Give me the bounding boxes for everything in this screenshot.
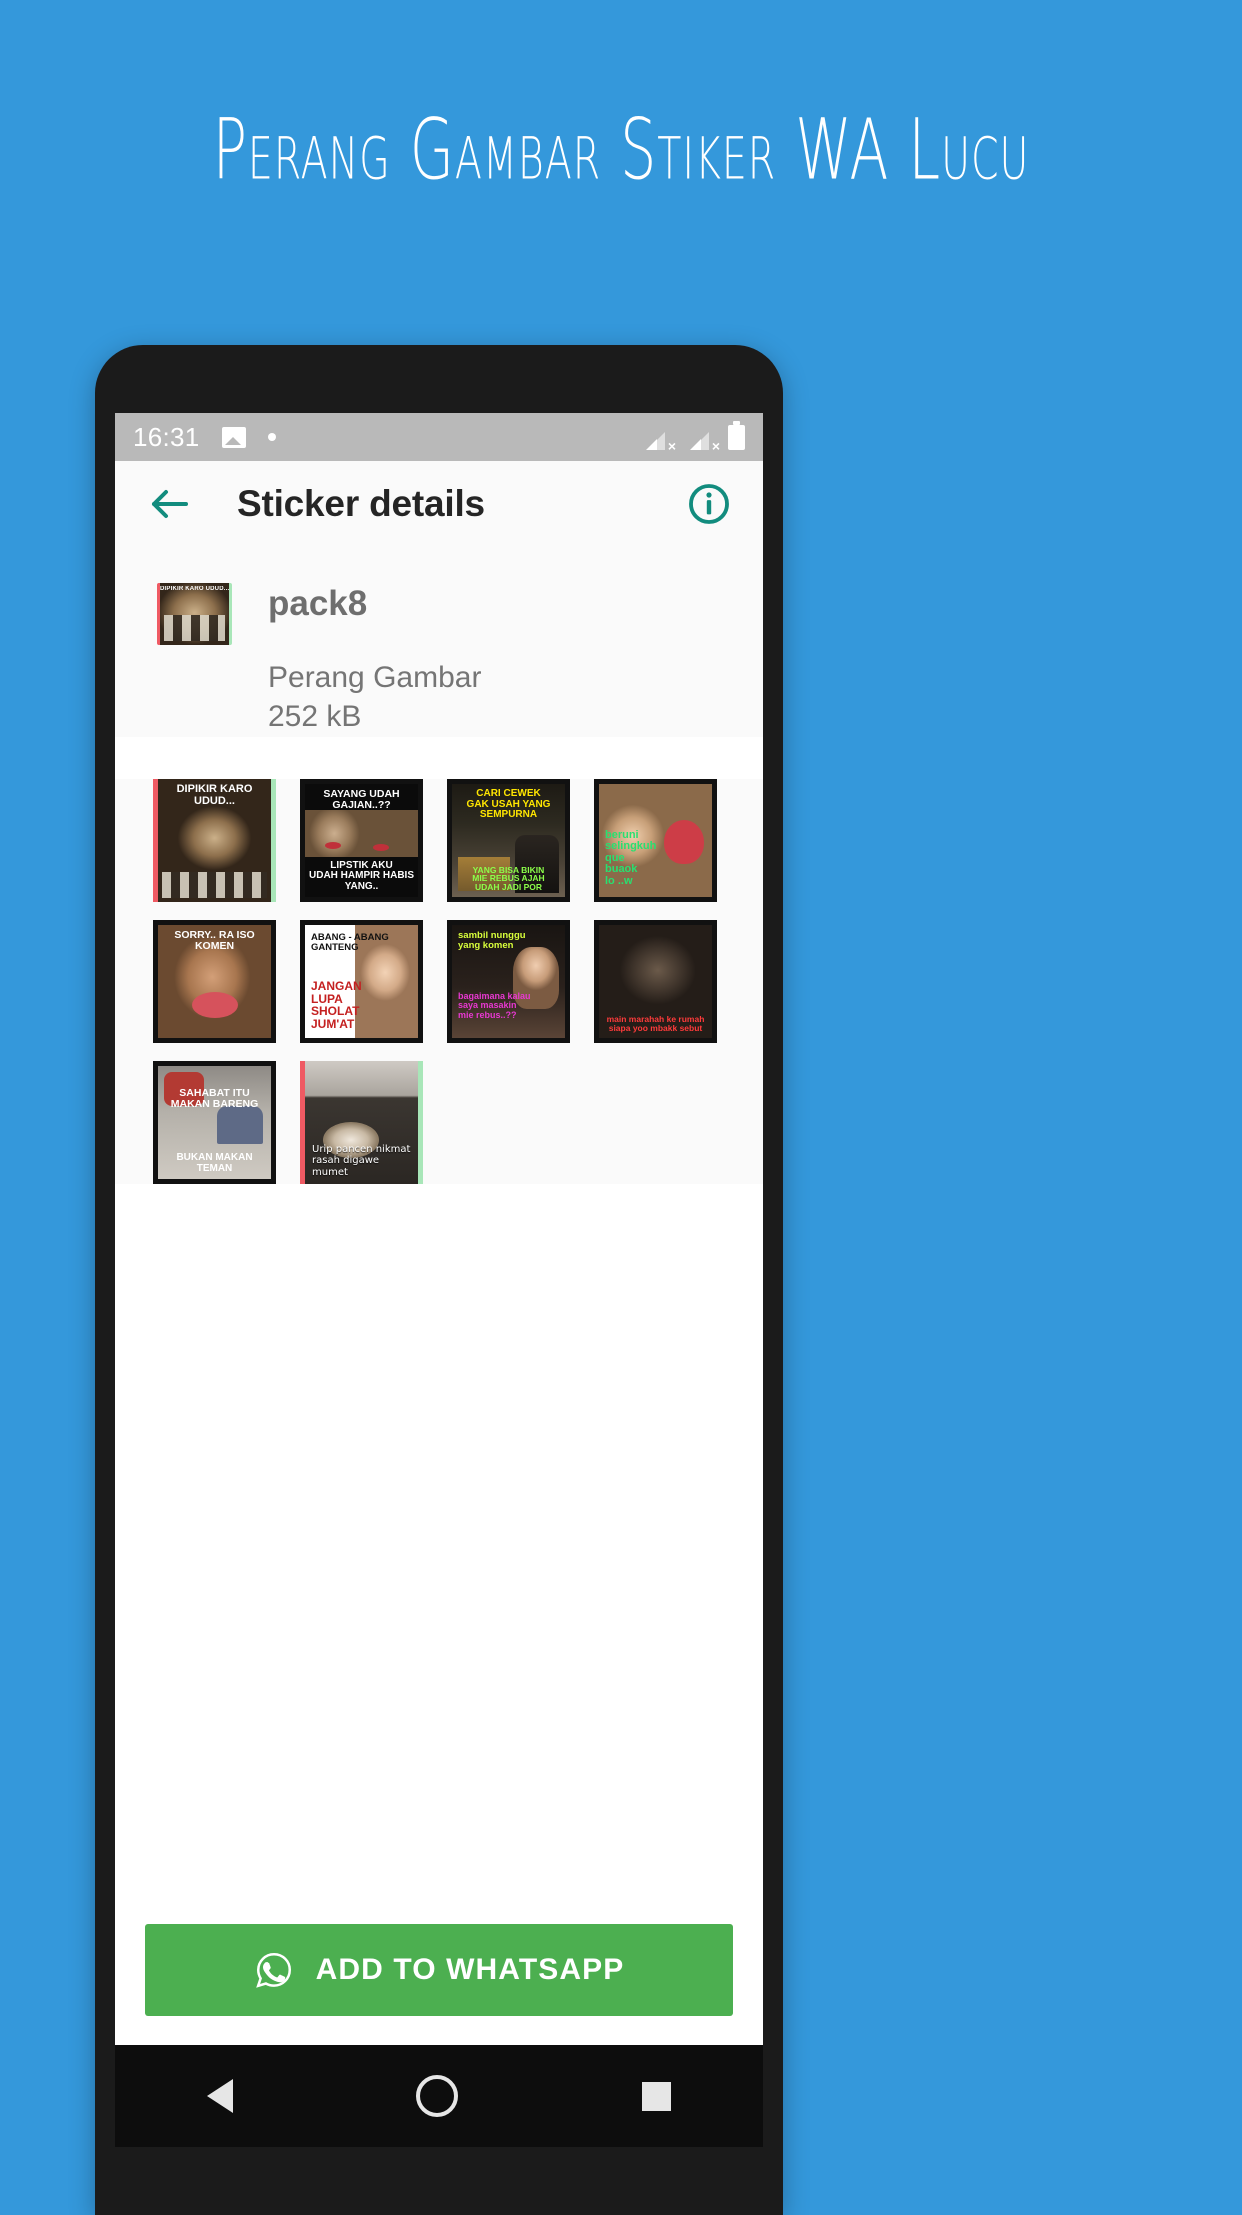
sticker-caption-top: SORRY.. RA ISO KOMEN <box>174 929 255 953</box>
status-bar-right-icons: × × <box>640 420 745 453</box>
sticker-item[interactable]: CARI CEWEK GAK USAH YANG SEMPURNA YANG B… <box>447 779 570 903</box>
sticker-item[interactable]: SORRY.. RA ISO KOMEN <box>153 920 276 1044</box>
app-bar: Sticker details <box>115 461 763 547</box>
status-bar-left-icons <box>221 426 276 448</box>
sticker-grid: DIPIKIR KARO UDUD... SAYANG UDAH GAJIAN.… <box>115 779 763 1185</box>
pack-name: pack8 <box>268 584 368 623</box>
sticker-item[interactable]: SAYANG UDAH GAJIAN..?? LIPSTIK AKU UDAH … <box>300 779 423 903</box>
image-icon <box>221 426 246 448</box>
promo-headline: Perang Gambar Stiker WA Lucu <box>212 100 1030 199</box>
phone-device-frame: 16:31 × × Sticker details DIPIKIR KARO U… <box>95 345 783 2215</box>
dot-icon <box>267 433 276 441</box>
sticker-thumb: DIPIKIR KARO UDUD... <box>153 779 276 903</box>
nav-home-icon[interactable] <box>416 2075 459 2117</box>
sticker-caption-top: ABANG - ABANG GANTENG <box>311 932 389 954</box>
pack-publisher: Perang Gambar <box>268 660 482 694</box>
signal-no-sim-icon: × <box>684 426 720 453</box>
sticker-caption-bottom: beruni selingkuh que buaok lo ..w <box>605 828 657 887</box>
phone-screen: 16:31 × × Sticker details DIPIKIR KARO U… <box>115 413 763 2045</box>
pack-tray-image: DIPIKIR KARO UDUD... <box>157 583 232 645</box>
arrow-back-icon <box>152 490 188 518</box>
sticker-item[interactable]: DIPIKIR KARO UDUD... <box>153 779 276 903</box>
pack-size: 252 kB <box>268 700 362 734</box>
sticker-thumb: SAYANG UDAH GAJIAN..?? LIPSTIK AKU UDAH … <box>300 779 423 903</box>
sticker-thumb: SAHABAT ITU MAKAN BARENG BUKAN MAKAN TEM… <box>153 1061 276 1185</box>
page-title: Sticker details <box>237 483 485 524</box>
sticker-caption-bottom: bagaimana kalau saya masakin mie rebus..… <box>458 990 531 1020</box>
sticker-caption-bottom: LIPSTIK AKU UDAH HAMPIR HABIS YANG.. <box>309 859 414 892</box>
sticker-caption-top: CARI CEWEK GAK USAH YANG SEMPURNA <box>466 788 551 821</box>
back-button[interactable] <box>141 475 199 533</box>
sticker-thumb: beruni selingkuh que buaok lo ..w <box>594 779 717 903</box>
pack-meta: pack8 Perang Gambar 252 kB <box>268 583 481 737</box>
nav-back-icon[interactable] <box>206 2079 233 2113</box>
sticker-item[interactable]: ABANG - ABANG GANTENG JANGAN LUPA SHOLAT… <box>300 920 423 1044</box>
sticker-item[interactable]: main marahah ke rumah siapa yoo mbakk se… <box>594 920 717 1044</box>
add-to-whatsapp-button[interactable]: ADD TO WHATSAPP <box>145 1924 733 2016</box>
sticker-caption-top: DIPIKIR KARO UDUD... <box>176 783 253 807</box>
android-nav-bar <box>115 2045 763 2147</box>
sticker-caption-bottom: Urip pancen nikmat rasah digawe mumet <box>312 1143 411 1178</box>
whatsapp-icon <box>255 1952 291 1988</box>
info-circle-icon <box>689 484 729 524</box>
sticker-item[interactable]: SAHABAT ITU MAKAN BARENG BUKAN MAKAN TEM… <box>153 1061 276 1185</box>
tray-artwork <box>160 583 229 645</box>
info-button[interactable] <box>681 476 737 532</box>
sticker-thumb: Urip pancen nikmat rasah digawe mumet <box>300 1061 423 1185</box>
sticker-artwork <box>305 810 418 858</box>
sticker-thumb: main marahah ke rumah siapa yoo mbakk se… <box>594 920 717 1044</box>
sticker-thumb: CARI CEWEK GAK USAH YANG SEMPURNA YANG B… <box>447 779 570 903</box>
sticker-thumb: SORRY.. RA ISO KOMEN <box>153 920 276 1044</box>
status-bar-clock: 16:31 <box>133 421 200 452</box>
tray-caption: DIPIKIR KARO UDUD... <box>160 586 229 592</box>
signal-no-sim-icon: × <box>640 426 676 453</box>
sticker-caption-bottom: YANG BISA BIKIN MIE REBUS AJAH UDAH JADI… <box>472 864 545 893</box>
sticker-item[interactable]: Urip pancen nikmat rasah digawe mumet <box>300 1061 423 1185</box>
sticker-caption-top: SAYANG UDAH GAJIAN..?? <box>323 788 400 812</box>
battery-icon <box>728 420 745 450</box>
sticker-thumb: ABANG - ABANG GANTENG JANGAN LUPA SHOLAT… <box>300 920 423 1044</box>
nav-recents-icon[interactable] <box>642 2081 672 2111</box>
sticker-thumb: sambil nunggu yang komen bagaimana kalau… <box>447 920 570 1044</box>
pack-header: DIPIKIR KARO UDUD... pack8 Perang Gambar… <box>115 547 763 738</box>
add-to-whatsapp-label: ADD TO WHATSAPP <box>315 1953 625 1986</box>
sticker-item[interactable]: sambil nunggu yang komen bagaimana kalau… <box>447 920 570 1044</box>
sticker-caption-bottom: JANGAN LUPA SHOLAT JUM'AT <box>311 978 362 1031</box>
sticker-item[interactable]: beruni selingkuh que buaok lo ..w <box>594 779 717 903</box>
sticker-caption-top: SAHABAT ITU MAKAN BARENG <box>170 1087 259 1111</box>
status-bar: 16:31 × × <box>115 413 763 461</box>
sticker-caption-top: sambil nunggu yang komen <box>458 930 526 952</box>
sticker-caption-bottom: main marahah ke rumah siapa yoo mbakk se… <box>606 1014 705 1034</box>
add-button-container: ADD TO WHATSAPP <box>115 1895 763 2045</box>
sticker-caption-bottom: BUKAN MAKAN TEMAN <box>176 1152 253 1174</box>
